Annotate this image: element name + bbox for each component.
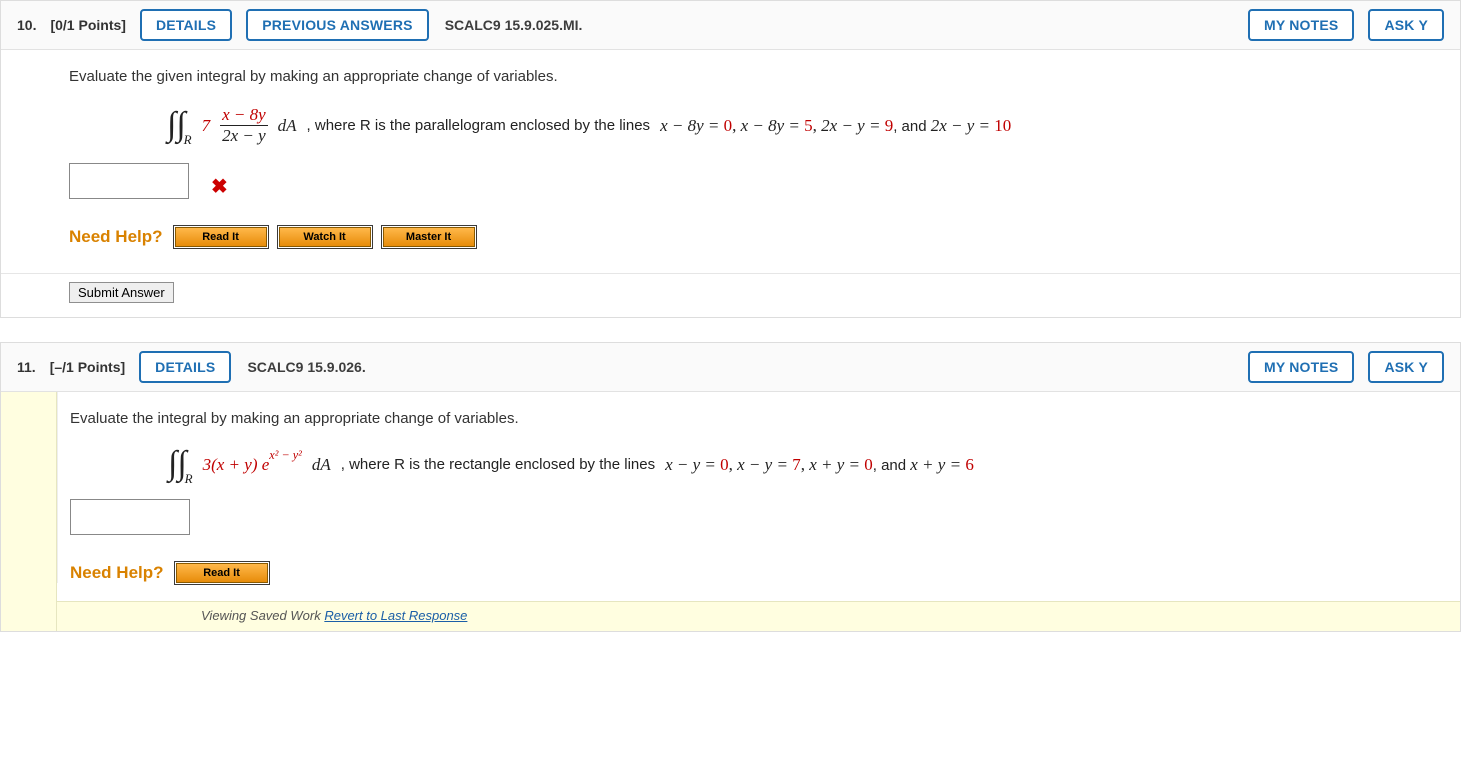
read-it-button[interactable]: Read It xyxy=(175,227,267,247)
question-points: [0/1 Points] xyxy=(50,17,125,33)
read-it-button[interactable]: Read It xyxy=(176,563,268,583)
question-header: 10. [0/1 Points] DETAILS PREVIOUS ANSWER… xyxy=(1,0,1460,50)
instruction-text: Evaluate the integral by making an appro… xyxy=(70,410,1430,427)
integrand-base: 3(x + y) e xyxy=(203,456,270,473)
assignment-code: SCALC9 15.9.026. xyxy=(247,359,365,375)
incorrect-icon: ✖ xyxy=(211,174,228,199)
integral-expression: ∫∫R 7 x − 8y 2x − y dA , where R is the … xyxy=(167,105,1430,145)
integrand-exponent: x² − y² xyxy=(269,449,302,461)
answer-input[interactable] xyxy=(70,499,190,535)
double-integral-icon: ∫∫R xyxy=(167,108,192,142)
question-10: 10. [0/1 Points] DETAILS PREVIOUS ANSWER… xyxy=(0,0,1461,318)
saved-work-bar: Viewing Saved Work Revert to Last Respon… xyxy=(1,601,1460,631)
denominator: 2x − y xyxy=(220,126,268,146)
where-text: , where R is the parallelogram enclosed … xyxy=(307,118,651,133)
my-notes-button[interactable]: MY NOTES xyxy=(1248,9,1354,41)
question-header: 11. [–/1 Points] DETAILS SCALC9 15.9.026… xyxy=(1,342,1460,392)
assignment-code: SCALC9 15.9.025.MI. xyxy=(445,17,583,33)
need-help-label: Need Help? xyxy=(70,563,164,583)
submit-answer-button[interactable]: Submit Answer xyxy=(69,282,174,303)
double-integral-icon: ∫∫R xyxy=(168,447,193,481)
revert-link[interactable]: Revert to Last Response xyxy=(324,608,467,623)
dA: dA xyxy=(312,456,331,473)
dA: dA xyxy=(278,117,297,134)
coefficient: 7 xyxy=(202,117,211,134)
viewing-saved-label: Viewing Saved Work xyxy=(201,608,324,623)
my-notes-button[interactable]: MY NOTES xyxy=(1248,351,1354,383)
need-help-label: Need Help? xyxy=(69,227,163,247)
instruction-text: Evaluate the given integral by making an… xyxy=(69,68,1430,85)
ask-teacher-button[interactable]: ASK Y xyxy=(1368,351,1444,383)
unsaved-indicator-strip xyxy=(1,392,57,631)
details-button[interactable]: DETAILS xyxy=(140,9,232,41)
answer-input[interactable] xyxy=(69,163,189,199)
question-points: [–/1 Points] xyxy=(50,359,125,375)
ask-teacher-button[interactable]: ASK Y xyxy=(1368,9,1444,41)
fraction: x − 8y 2x − y xyxy=(220,105,268,145)
watch-it-button[interactable]: Watch It xyxy=(279,227,371,247)
question-number: 10. xyxy=(17,17,36,33)
previous-answers-button[interactable]: PREVIOUS ANSWERS xyxy=(246,9,428,41)
question-11: 11. [–/1 Points] DETAILS SCALC9 15.9.026… xyxy=(0,342,1461,632)
details-button[interactable]: DETAILS xyxy=(139,351,231,383)
numerator: x − 8y xyxy=(220,105,268,125)
where-text: , where R is the rectangle enclosed by t… xyxy=(341,457,655,472)
integral-expression: ∫∫R 3(x + y) e x² − y² dA , where R is t… xyxy=(168,447,1430,481)
master-it-button[interactable]: Master It xyxy=(383,227,475,247)
question-number: 11. xyxy=(17,359,36,375)
